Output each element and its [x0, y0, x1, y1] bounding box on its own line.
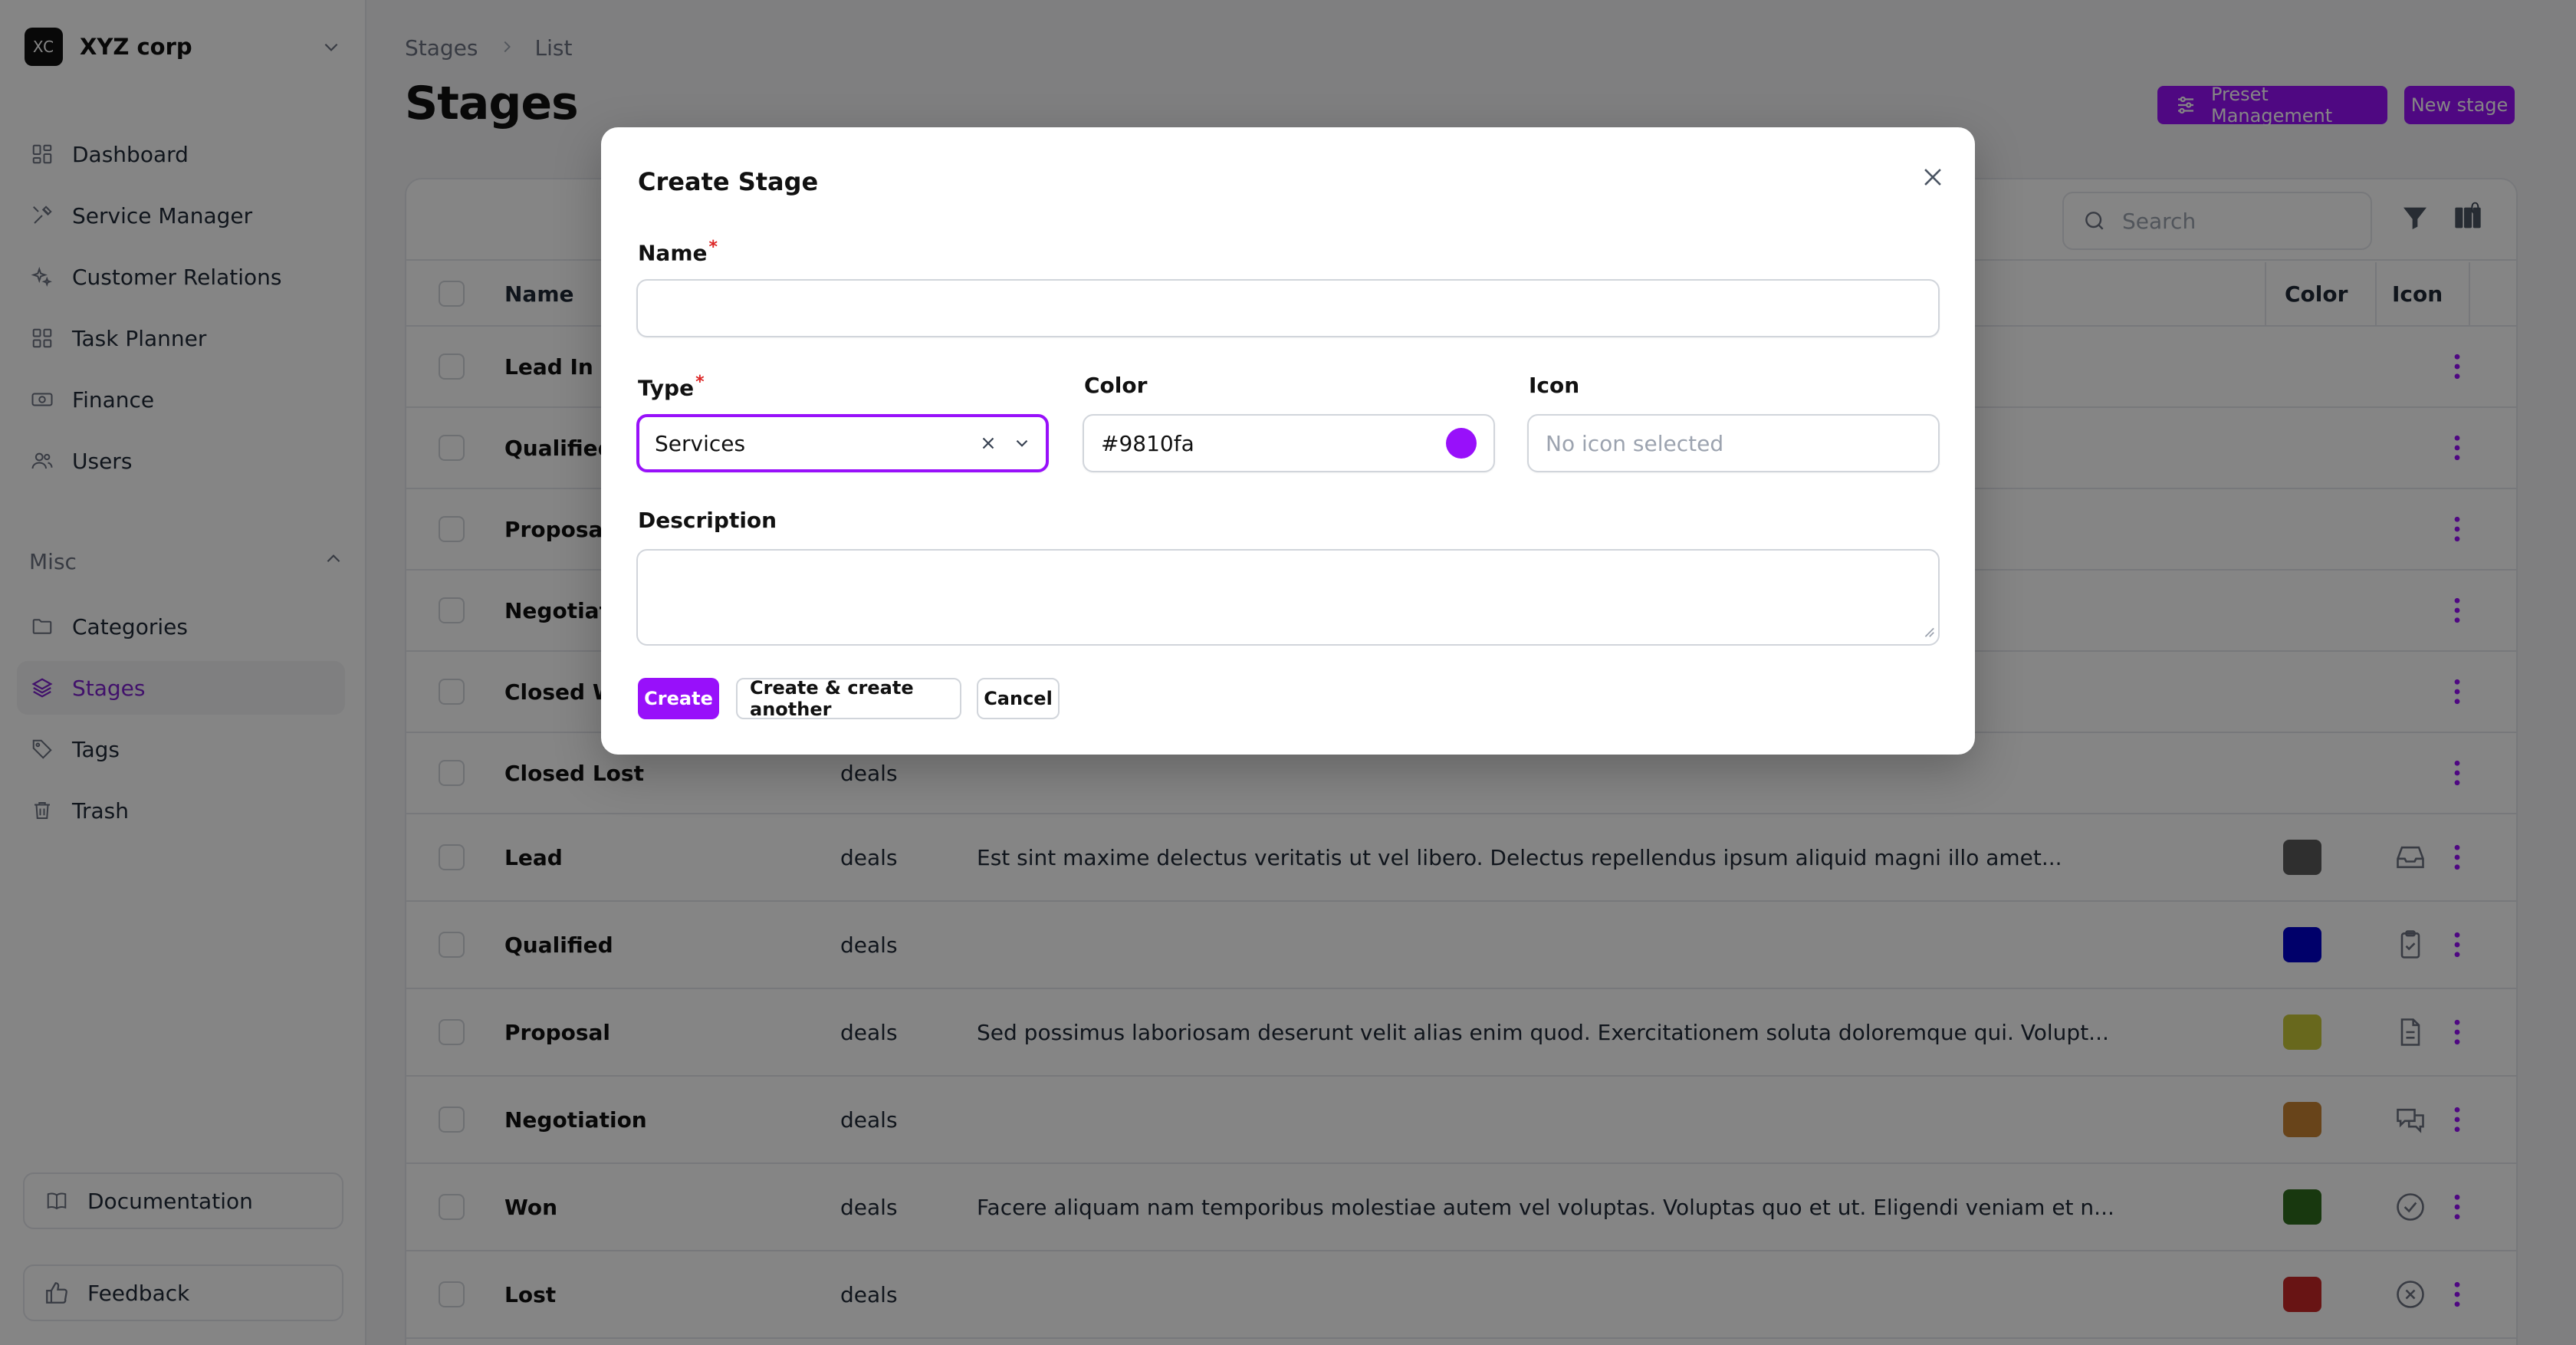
- required-marker: *: [708, 238, 718, 257]
- color-label: Color: [1084, 373, 1148, 398]
- color-preview-swatch[interactable]: [1446, 428, 1477, 459]
- name-label: Name*: [638, 238, 718, 266]
- icon-select[interactable]: No icon selected: [1527, 414, 1940, 472]
- type-select[interactable]: Services: [636, 414, 1049, 472]
- color-input-value: #9810fa: [1101, 430, 1194, 456]
- create-button[interactable]: Create: [638, 678, 719, 719]
- modal-title: Create Stage: [638, 167, 819, 196]
- clear-icon[interactable]: [978, 433, 998, 453]
- cancel-button[interactable]: Cancel: [977, 678, 1060, 719]
- description-textarea[interactable]: [636, 549, 1940, 646]
- icon-select-placeholder: No icon selected: [1546, 430, 1724, 456]
- description-label: Description: [638, 508, 777, 533]
- color-input[interactable]: #9810fa: [1083, 414, 1495, 472]
- create-and-create-another-button[interactable]: Create & create another: [736, 677, 961, 720]
- required-marker: *: [695, 373, 705, 392]
- chevron-down-icon[interactable]: [1012, 433, 1032, 453]
- type-label: Type*: [638, 373, 705, 401]
- resize-handle-icon[interactable]: [1921, 624, 1935, 641]
- close-icon[interactable]: [1914, 158, 1952, 196]
- create-stage-modal: Create Stage Name* Type* Services Color …: [601, 127, 1975, 755]
- type-select-value: Services: [655, 430, 746, 456]
- name-input[interactable]: [636, 279, 1940, 337]
- icon-label: Icon: [1529, 373, 1580, 398]
